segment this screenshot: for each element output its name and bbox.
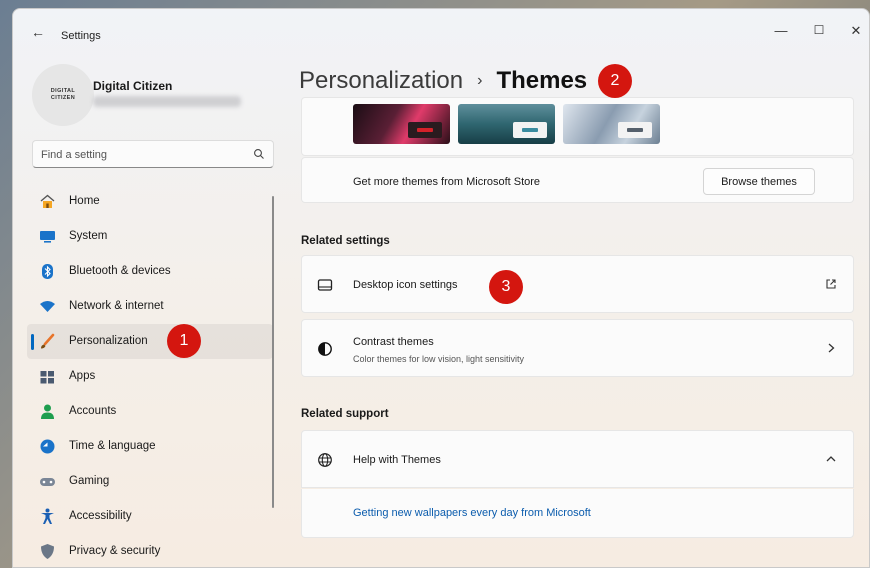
personalization-icon: [39, 333, 56, 350]
breadcrumb-separator: ›: [477, 72, 483, 89]
related-support-heading: Related support: [301, 408, 389, 420]
row-subtitle: Color themes for low vision, light sensi…: [353, 354, 525, 364]
sidebar-item-system[interactable]: System: [27, 219, 273, 254]
app-title: Settings: [61, 30, 101, 42]
time-language-icon: [39, 438, 56, 455]
home-icon: [39, 193, 56, 210]
store-label: Get more themes from Microsoft Store: [353, 176, 541, 188]
chevron-right-icon: [828, 343, 835, 353]
sidebar-item-label: Accounts: [69, 405, 117, 417]
sidebar-item-label: Apps: [69, 370, 96, 382]
sidebar-item-privacy[interactable]: Privacy & security: [27, 534, 273, 567]
browse-themes-button[interactable]: Browse themes: [703, 168, 815, 195]
breadcrumb: Personalization › Themes: [299, 67, 587, 95]
accounts-icon: [39, 403, 56, 420]
sidebar-item-gaming[interactable]: Gaming: [27, 464, 273, 499]
avatar-logo-line2: CITIZEN: [50, 95, 76, 101]
apps-icon: [39, 368, 56, 385]
sidebar-item-label: System: [69, 230, 108, 242]
sidebar-item-home[interactable]: Home: [27, 184, 273, 219]
avatar-logo-line1: DIGITAL: [50, 88, 76, 94]
sidebar-item-accessibility[interactable]: Accessibility: [27, 499, 273, 534]
theme-thumbnail[interactable]: [458, 104, 555, 144]
microsoft-store-card: Get more themes from Microsoft Store Bro…: [301, 157, 854, 203]
sidebar-item-label: Bluetooth & devices: [69, 265, 171, 277]
settings-window: ← Settings — ☐ ✕ DIGITAL CITIZEN Digital…: [12, 8, 870, 568]
breadcrumb-parent[interactable]: Personalization: [299, 67, 463, 95]
annotation-badge-3: 3: [489, 270, 523, 304]
sidebar-item-label: Personalization: [69, 335, 148, 347]
contrast-icon: [318, 342, 332, 356]
sidebar-item-apps[interactable]: Apps: [27, 359, 273, 394]
title-bar: ← Settings — ☐ ✕: [13, 9, 869, 53]
close-button[interactable]: ✕: [846, 23, 866, 39]
sidebar-nav: Home System Bluetooth & devices Network …: [27, 184, 273, 567]
back-button[interactable]: ←: [29, 24, 47, 40]
gaming-icon: [39, 473, 56, 490]
sidebar-item-label: Time & language: [69, 440, 156, 452]
annotation-badge-2: 2: [598, 64, 632, 98]
user-name: Digital Citizen: [93, 79, 173, 93]
sidebar-item-label: Gaming: [69, 475, 110, 487]
row-title: Contrast themes: [353, 336, 434, 348]
chevron-up-icon: [826, 456, 836, 462]
sidebar-item-time-language[interactable]: Time & language: [27, 429, 273, 464]
sidebar-item-label: Accessibility: [69, 510, 132, 522]
page-title: Themes: [496, 67, 588, 94]
open-external-icon: [826, 279, 836, 289]
sidebar-item-label: Privacy & security: [69, 545, 161, 557]
desktop-icon-settings-row[interactable]: Desktop icon settings: [301, 255, 854, 313]
minimize-button[interactable]: —: [771, 23, 791, 38]
sidebar-item-label: Home: [69, 195, 100, 207]
theme-thumbnail[interactable]: [353, 104, 450, 144]
wallpapers-help-link[interactable]: Getting new wallpapers every day from Mi…: [353, 507, 591, 519]
related-settings-heading: Related settings: [301, 235, 390, 247]
system-icon: [39, 228, 56, 245]
network-icon: [39, 298, 56, 315]
row-title: Help with Themes: [353, 454, 441, 466]
user-email-redacted: [93, 96, 241, 107]
privacy-icon: [39, 543, 56, 560]
sidebar-item-accounts[interactable]: Accounts: [27, 394, 273, 429]
help-with-themes-row[interactable]: Help with Themes: [301, 430, 854, 488]
sidebar-item-personalization[interactable]: Personalization: [27, 324, 273, 359]
maximize-button[interactable]: ☐: [809, 23, 829, 37]
row-title: Desktop icon settings: [353, 279, 458, 291]
sidebar-scrollbar[interactable]: [272, 196, 274, 508]
active-indicator: [31, 334, 34, 350]
desktop-icon: [317, 279, 333, 291]
theme-thumbnail[interactable]: [563, 104, 660, 144]
contrast-themes-row[interactable]: Contrast themes Color themes for low vis…: [301, 319, 854, 377]
sidebar-item-label: Network & internet: [69, 300, 164, 312]
help-link-panel: Getting new wallpapers every day from Mi…: [301, 489, 854, 538]
avatar[interactable]: DIGITAL CITIZEN: [32, 64, 94, 126]
theme-thumbnails-card: [301, 97, 854, 156]
sidebar-item-network[interactable]: Network & internet: [27, 289, 273, 324]
search-input[interactable]: Find a setting: [32, 140, 274, 168]
sidebar-item-bluetooth[interactable]: Bluetooth & devices: [27, 254, 273, 289]
accessibility-icon: [39, 508, 56, 525]
annotation-badge-1: 1: [167, 324, 201, 358]
search-placeholder: Find a setting: [41, 149, 108, 161]
search-icon: [254, 149, 264, 159]
bluetooth-icon: [39, 263, 56, 280]
globe-icon: [318, 453, 332, 467]
